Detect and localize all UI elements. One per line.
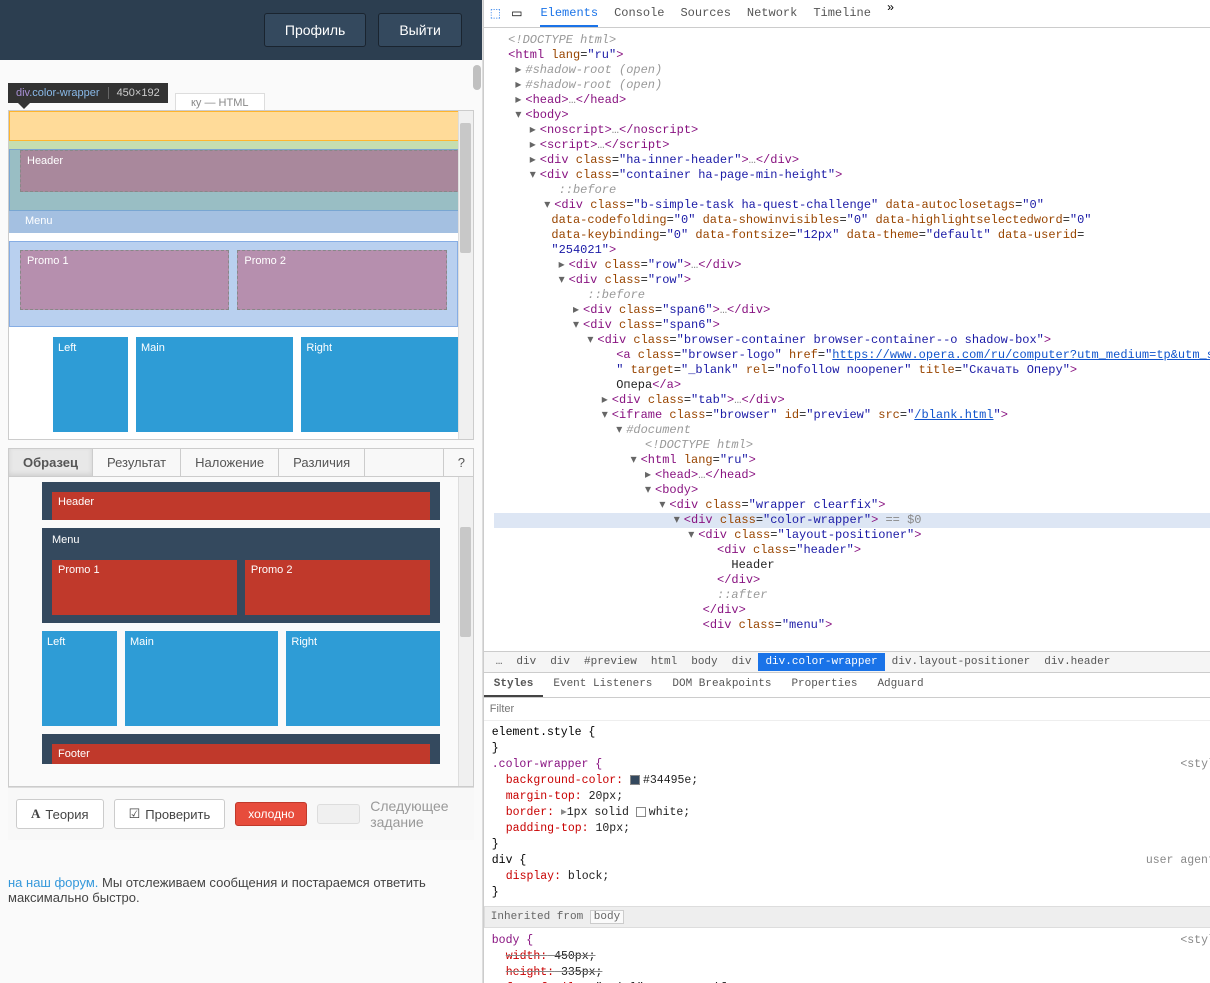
compare-tabs: Образец Результат Наложение Различия ? [8,448,474,477]
logout-button[interactable]: Выйти [378,13,461,47]
devtools-pane: ⬚ ▭ Elements Console Sources Network Tim… [483,0,1210,983]
tab-sources[interactable]: Sources [680,1,730,27]
forum-link[interactable]: на наш форум. [8,875,98,890]
check-icon: ☑ [129,806,141,822]
ref-footer: Footer [52,744,430,764]
tab-help[interactable]: ? [443,449,473,476]
dom-tree[interactable]: <!DOCTYPE html> <html lang="ru"> #shadow… [484,28,1210,651]
color-swatch[interactable] [630,775,640,785]
theory-button[interactable]: AТеория [16,799,104,829]
padding-highlight: Header [9,141,473,211]
more-tabs-icon[interactable]: » [887,1,894,27]
subtab-properties[interactable]: Properties [781,673,867,697]
ref-promo-1: Promo 1 [52,560,237,615]
tooltip-arrow [18,103,30,109]
tab-diff[interactable]: Различия [279,449,365,476]
font-icon: A [31,806,40,822]
forum-note: на наш форум. Мы отслеживаем сообщения и… [0,855,482,925]
block-promo-1: Promo 1 [20,250,229,310]
block-main: Main [136,337,293,432]
tab-network[interactable]: Network [747,1,797,27]
subtab-event-listeners[interactable]: Event Listeners [543,673,662,697]
color-swatch[interactable] [636,807,646,817]
tab-console[interactable]: Console [614,1,664,27]
ref-left: Left [42,631,117,726]
device-icon[interactable]: ▭ [511,6,522,21]
ref-header: Header [52,492,430,520]
ref-main: Main [125,631,278,726]
styles-filter-input[interactable] [490,703,1210,715]
tab-result[interactable]: Результат [93,449,181,476]
ref-menu: Menu [42,528,440,552]
subtab-dom-breakpoints[interactable]: DOM Breakpoints [662,673,781,697]
scrollbar[interactable] [458,111,473,439]
progress-meter [317,804,360,824]
page-scrollbar[interactable] [482,0,483,983]
preview-iframe[interactable]: Header Menu Promo 1 Promo 2 Left Main Ri… [8,110,474,440]
next-task-link[interactable]: Следующее задание [370,798,466,830]
ref-scrollbar[interactable] [458,477,473,786]
check-button[interactable]: ☑Проверить [114,799,226,829]
block-promo-2: Promo 2 [237,250,446,310]
content-highlight: Header [9,149,473,211]
css-rules[interactable]: element.style { } <style>…</style>.color… [484,721,1210,983]
inspect-icon[interactable]: ⬚ [490,6,501,21]
subtab-styles[interactable]: Styles [484,673,544,697]
tab-overlay[interactable]: Наложение [181,449,279,476]
app-pane: Профиль Выйти div.color-wrapper 450×192 … [0,0,482,983]
block-menu: Menu [9,211,458,233]
inspect-tooltip: div.color-wrapper 450×192 [8,83,168,103]
subtab-adguard[interactable]: Adguard [867,673,933,697]
dom-breadcrumbs[interactable]: … div div #preview html body div div.col… [484,651,1210,673]
cold-badge: холодно [235,802,307,826]
site-header: Профиль Выйти [0,0,482,60]
profile-button[interactable]: Профиль [264,13,366,47]
action-bar: AТеория ☑Проверить холодно Следующее зад… [8,787,474,840]
block-left: Left [53,337,128,432]
tab-timeline[interactable]: Timeline [813,1,871,27]
tab-elements[interactable]: Elements [540,1,598,27]
block-header: Header [20,150,462,192]
block-right: Right [301,337,458,432]
tab-sample[interactable]: Образец [9,449,93,476]
devtools-toolbar: ⬚ ▭ Elements Console Sources Network Tim… [484,0,1210,28]
styles-panel: Styles Event Listeners DOM Breakpoints P… [484,673,1210,983]
ref-promo-2: Promo 2 [245,560,430,615]
margin-highlight [9,111,473,141]
ref-right: Right [286,631,439,726]
reference-preview: Header Menu Promo 1 Promo 2 Left Main Ri… [8,477,474,787]
